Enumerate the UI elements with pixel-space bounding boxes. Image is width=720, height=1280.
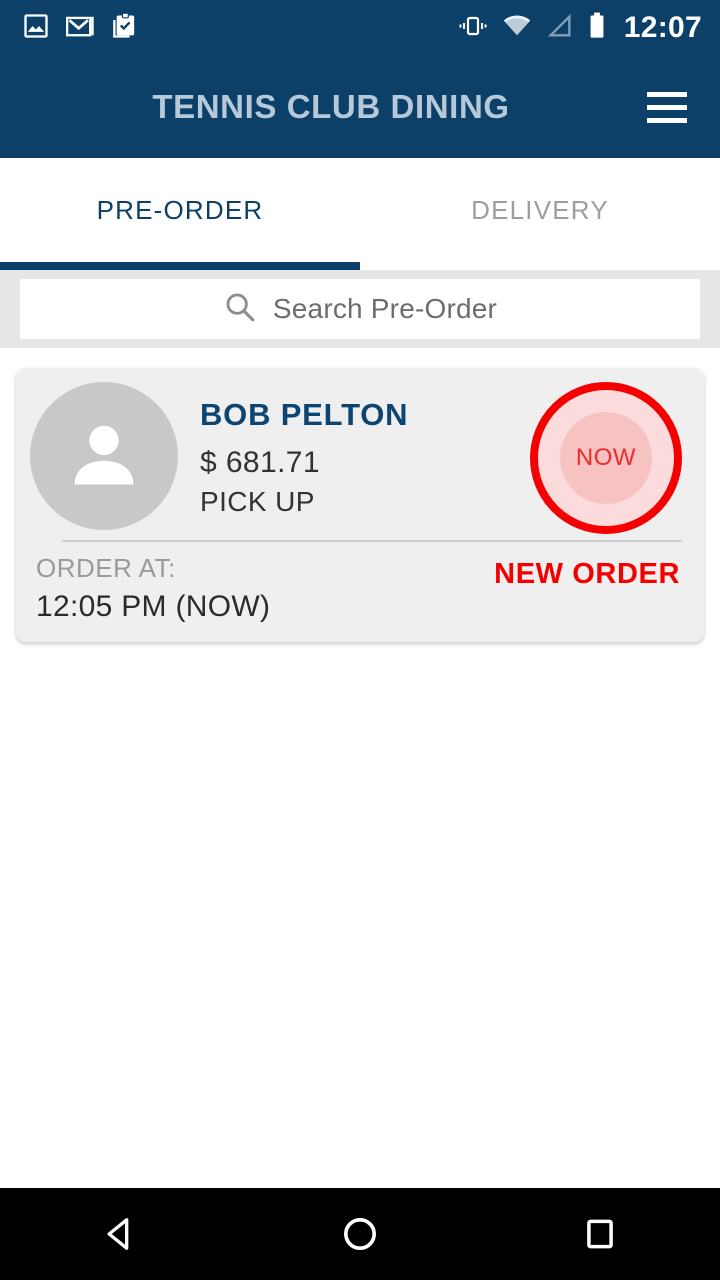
hamburger-line-3 bbox=[647, 117, 687, 123]
now-button-label: NOW bbox=[575, 444, 637, 471]
order-type: PICK UP bbox=[200, 485, 315, 517]
status-bar-clock: 12:07 bbox=[623, 11, 702, 44]
recents-square-icon[interactable] bbox=[540, 1188, 660, 1280]
tab-delivery[interactable]: DELIVERY bbox=[360, 158, 720, 270]
order-card-bottom: ORDER AT: 12:05 PM (NOW) NEW ORDER bbox=[16, 542, 704, 642]
battery-icon bbox=[588, 12, 606, 45]
hamburger-line-2 bbox=[647, 104, 687, 110]
search-placeholder-text: Search Pre-Order bbox=[272, 293, 498, 324]
hamburger-menu-icon[interactable] bbox=[622, 62, 712, 152]
now-action-button[interactable]: NOW bbox=[530, 382, 682, 534]
wifi-icon bbox=[502, 13, 532, 44]
tab-delivery-label: DELIVERY bbox=[471, 194, 609, 225]
tab-active-indicator bbox=[0, 262, 360, 270]
app-bar: TENNIS CLUB DINING bbox=[0, 56, 720, 158]
tab-pre-order-label: PRE-ORDER bbox=[96, 194, 264, 225]
order-at-time: 12:05 PM (NOW) bbox=[36, 589, 271, 623]
order-card[interactable]: BOB PELTON $ 681.71 PICK UP NOW ORDER AT… bbox=[16, 368, 704, 642]
image-icon bbox=[22, 12, 50, 45]
search-input[interactable]: Search Pre-Order bbox=[20, 279, 700, 339]
clipboard-check-icon bbox=[112, 12, 140, 45]
tab-pre-order[interactable]: PRE-ORDER bbox=[0, 158, 360, 270]
status-bar: 12:07 bbox=[0, 0, 720, 56]
app-screen: 12:07 TENNIS CLUB DINING PRE-ORDER DELIV… bbox=[0, 0, 720, 1280]
now-button-inner-circle: NOW bbox=[560, 412, 652, 504]
order-list: BOB PELTON $ 681.71 PICK UP NOW ORDER AT… bbox=[0, 348, 720, 642]
android-navigation-bar bbox=[0, 1188, 720, 1280]
page-title: TENNIS CLUB DINING bbox=[152, 88, 510, 125]
hamburger-line-1 bbox=[647, 91, 687, 97]
order-price: $ 681.71 bbox=[200, 445, 320, 479]
home-circle-icon[interactable] bbox=[300, 1188, 420, 1280]
tab-bar: PRE-ORDER DELIVERY bbox=[0, 158, 720, 270]
status-badge: NEW ORDER bbox=[494, 558, 680, 590]
status-bar-left-icons bbox=[22, 12, 140, 45]
order-card-top: BOB PELTON $ 681.71 PICK UP NOW bbox=[16, 368, 704, 534]
gmail-icon bbox=[66, 12, 96, 45]
status-bar-right-icons: 12:07 bbox=[458, 12, 702, 45]
order-card-info: BOB PELTON $ 681.71 PICK UP bbox=[200, 382, 408, 520]
person-avatar-icon bbox=[61, 411, 147, 502]
vibrate-icon bbox=[458, 12, 488, 45]
search-bar-container: Search Pre-Order bbox=[0, 270, 720, 348]
signal-icon bbox=[546, 13, 574, 44]
search-icon bbox=[223, 290, 257, 329]
customer-name: BOB PELTON bbox=[200, 397, 409, 432]
back-triangle-icon[interactable] bbox=[60, 1188, 180, 1280]
avatar bbox=[30, 382, 178, 530]
